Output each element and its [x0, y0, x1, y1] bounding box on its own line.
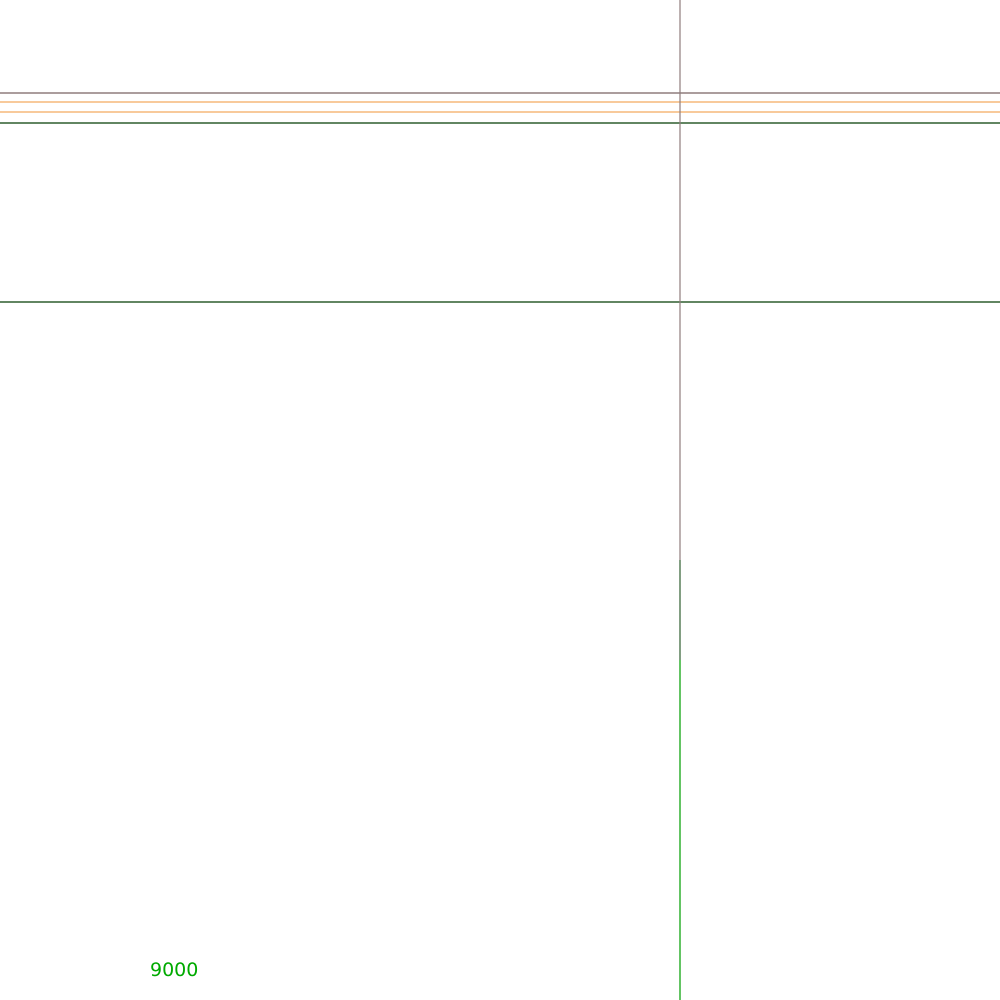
map-background — [0, 0, 1000, 1000]
contour-label: 9000 — [150, 959, 199, 981]
map-canvas[interactable] — [0, 0, 1000, 1000]
